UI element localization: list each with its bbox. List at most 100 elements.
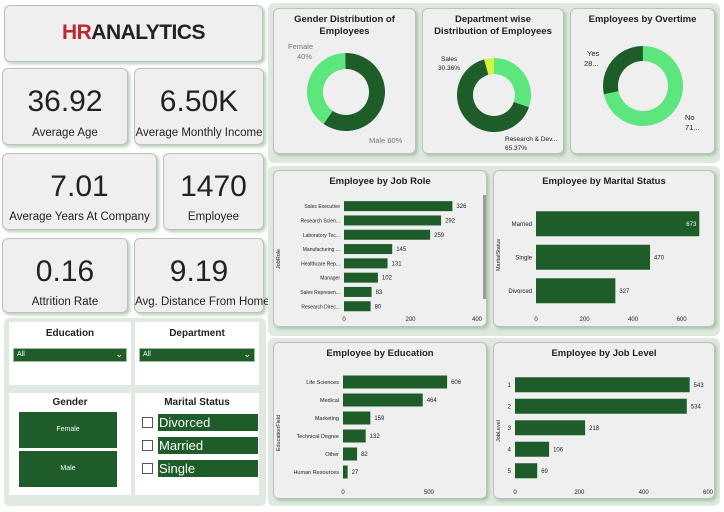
donut-slice-sales[interactable]: [494, 58, 531, 108]
gender-slicer: Gender Female Male: [9, 393, 131, 495]
category-label: Laboratory Tec...: [303, 233, 340, 239]
scrollbar[interactable]: [483, 195, 486, 299]
bar-human-resources[interactable]: [343, 465, 348, 479]
bar-divorced[interactable]: [536, 278, 616, 304]
bar-1[interactable]: [515, 377, 690, 393]
data-label: 534: [691, 404, 702, 410]
data-label: 131: [392, 261, 403, 267]
chevron-down-icon: ⌄: [115, 349, 123, 359]
marital-status-bar-chart: Married 673 Single 470 Divorced 327 0 200 400 600…: [496, 211, 700, 323]
x-tick-label: 400: [628, 317, 639, 323]
bar-sales-executive[interactable]: [344, 201, 453, 212]
education-chart-card: Employee by Education Life Sciences 606 Me…: [273, 342, 487, 499]
kpi-value: 1470: [180, 170, 247, 203]
marital-option-married[interactable]: Married: [142, 437, 260, 455]
data-label: 80: [375, 304, 382, 310]
bar-laboratory-tec[interactable]: [344, 229, 431, 240]
x-tick-label: 0: [534, 317, 538, 323]
checkbox[interactable]: [142, 463, 153, 474]
overtime-donut-chart: Yes 28... No 71...: [584, 46, 700, 132]
slice-label-sales-pct: 30.36%: [438, 65, 460, 72]
marital-option-single[interactable]: Single: [142, 460, 260, 478]
category-label: Life Sciences: [306, 380, 339, 386]
category-label: Sales Represen...: [300, 290, 340, 296]
checkbox[interactable]: [142, 417, 153, 428]
category-label: 3: [508, 426, 512, 432]
data-label: 543: [694, 383, 705, 389]
data-label: 673: [686, 222, 697, 228]
y-axis-label: EducationField: [276, 415, 282, 451]
category-label: Research Scien...: [301, 218, 340, 224]
overtime-donut-card: Employees by Overtime Yes 28... No 71...: [570, 8, 715, 154]
category-label: 2: [508, 404, 512, 410]
bar-marketing[interactable]: [343, 411, 371, 425]
x-tick-label: 0: [341, 490, 345, 496]
slicer-title: Education: [45, 328, 95, 339]
kpi-attrition-rate: 0.16 Attrition Rate: [2, 238, 128, 313]
kpi-value: 9.19: [169, 255, 229, 288]
y-axis-label: JobLevel: [496, 420, 502, 442]
kpi-value: 6.50K: [159, 85, 239, 118]
department-donut-card: Department wise Distribution of Employee…: [422, 8, 564, 154]
kpi-average-years-at-company: 7.01 Average Years At Company: [2, 153, 157, 230]
checkbox[interactable]: [142, 440, 153, 451]
bar-manufacturing[interactable]: [344, 244, 393, 255]
data-label: 69: [541, 469, 548, 475]
slice-label-yes-pct: 28...: [584, 59, 599, 68]
department-donut-chart: Sales 30.36% Research & Dev... 65.37%: [438, 56, 557, 152]
category-label: Research Direc...: [301, 304, 340, 310]
bar-2[interactable]: [515, 398, 687, 414]
bar-medical[interactable]: [343, 393, 423, 407]
bar-other[interactable]: [343, 447, 358, 461]
kpi-employee: 1470 Employee: [163, 153, 264, 230]
bar-3[interactable]: [515, 420, 586, 436]
gender-option-male[interactable]: Male: [19, 451, 117, 487]
kpi-value: 7.01: [50, 170, 109, 203]
marital-option-divorced[interactable]: Divorced: [142, 414, 260, 432]
bar-healthcare-rep[interactable]: [344, 258, 388, 269]
y-axis-label: MaritalStatus: [496, 239, 502, 271]
kpi-label: Attrition Rate: [31, 296, 99, 308]
donut-slice-female[interactable]: [307, 53, 346, 124]
logo-text: ANALYTICS: [91, 21, 206, 44]
gender-donut-card: Gender Distribution of Employees Female …: [273, 8, 416, 154]
kpi-average-age: 36.92 Average Age: [2, 68, 128, 145]
kpi-label: Average Years At Company: [9, 211, 150, 223]
x-tick-label: 200: [574, 490, 585, 496]
x-tick-label: 600: [703, 490, 714, 496]
logo: HRANALYTICS: [5, 21, 262, 45]
data-label: 145: [396, 247, 407, 253]
bar-research-direc[interactable]: [344, 301, 371, 312]
data-label: 470: [654, 255, 665, 261]
data-label: 327: [619, 289, 630, 295]
data-label: 82: [361, 452, 368, 458]
kpi-value: 0.16: [35, 255, 95, 288]
bar-5[interactable]: [515, 463, 538, 479]
x-tick-label: 400: [639, 490, 650, 496]
data-label: 326: [456, 204, 467, 210]
bar-manager[interactable]: [344, 272, 378, 283]
kpi-label: Avg. Distance From Home: [135, 296, 270, 308]
dropdown-value: All: [143, 351, 151, 358]
gender-option-female[interactable]: Female: [19, 412, 117, 448]
category-label: Manager: [320, 276, 340, 282]
bar-life-sciences[interactable]: [343, 375, 448, 389]
bar-research-scien[interactable]: [344, 215, 442, 226]
bar-4[interactable]: [515, 441, 550, 457]
x-tick-label: 600: [677, 317, 688, 323]
bar-sales-represen[interactable]: [344, 286, 372, 297]
data-label: 83: [376, 290, 383, 296]
option-label: Female: [56, 426, 80, 433]
option-label: Divorced: [158, 414, 258, 431]
category-label: Single: [515, 255, 532, 261]
chevron-down-icon: ⌄: [243, 349, 251, 359]
department-dropdown[interactable]: All ⌄: [139, 348, 255, 362]
category-label: Sales Executive: [304, 204, 340, 210]
donut-slice-yes[interactable]: [603, 46, 643, 95]
education-dropdown[interactable]: All ⌄: [13, 348, 127, 362]
bar-married[interactable]: [536, 211, 700, 237]
bar-single[interactable]: [536, 244, 651, 270]
bar-technical-degree[interactable]: [343, 429, 366, 443]
marital-status-chart-card: Employee by Marital Status Married 673 Sin…: [493, 170, 715, 327]
slice-label-no-name: No: [685, 113, 695, 122]
